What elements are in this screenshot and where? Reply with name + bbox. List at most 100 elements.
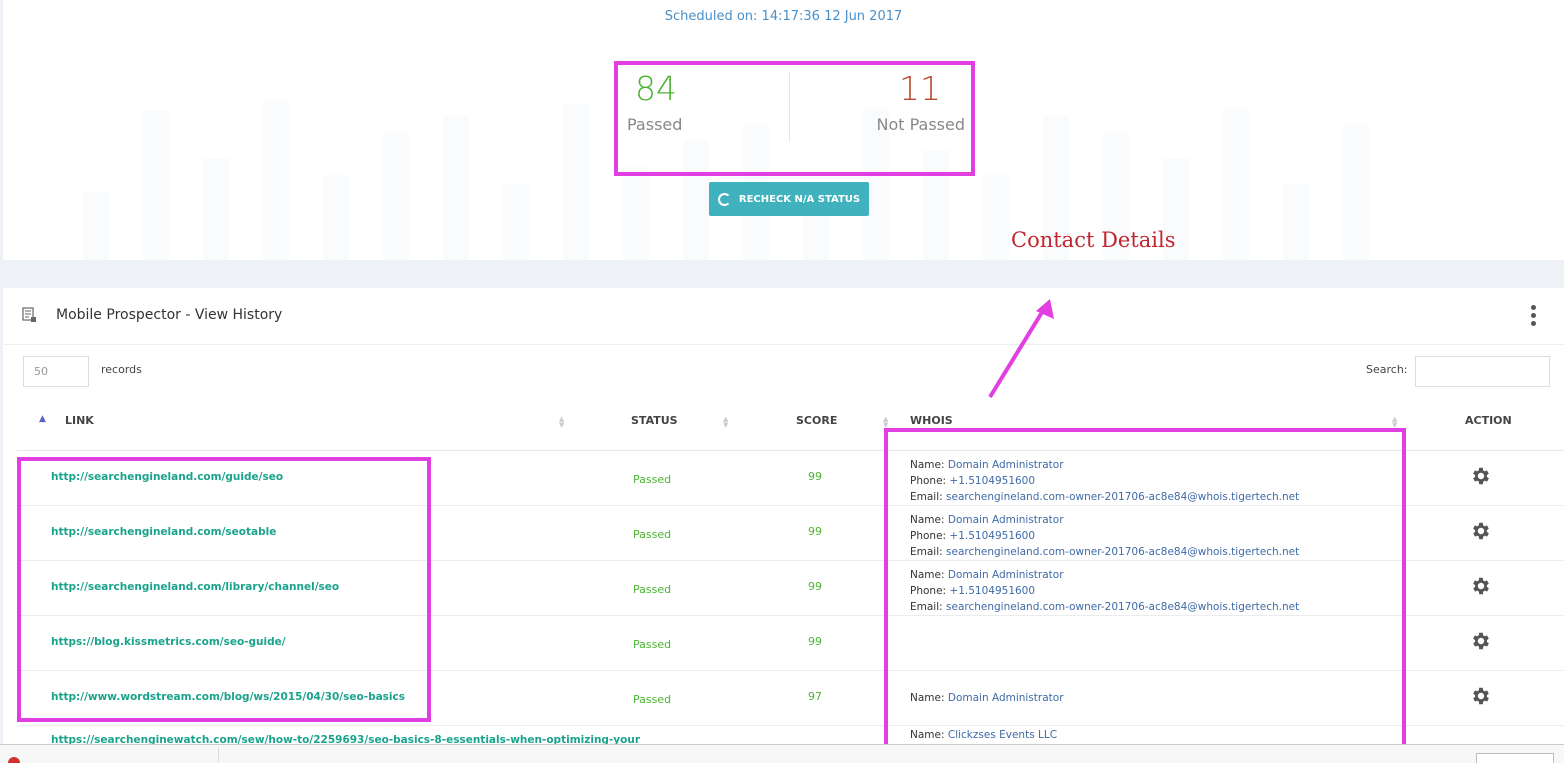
row-link[interactable]: http://searchengineland.com/guide/seo: [51, 471, 283, 483]
sort-icon[interactable]: ▲ ▼: [883, 416, 888, 429]
passed-stat: 84 Passed: [627, 72, 682, 134]
records-label: records: [101, 363, 142, 376]
recheck-status-button[interactable]: RECHECK N/A STATUS: [709, 182, 869, 216]
refresh-icon: [717, 192, 731, 206]
row-whois: Name: Domain Administrator Phone: +1.5104…: [910, 567, 1299, 615]
whois-key: Email:: [910, 546, 943, 558]
stats-divider: [789, 72, 790, 142]
row-whois: Name: Domain Administrator Phone: +1.5104…: [910, 457, 1299, 505]
sort-icon[interactable]: ▲ ▼: [723, 416, 728, 429]
gear-icon[interactable]: [1470, 575, 1492, 597]
whois-line: Email: searchengineland.com-owner-201706…: [910, 489, 1299, 505]
row-whois: Name: Clickzses Events LLC: [910, 727, 1057, 743]
history-panel: Mobile Prospector - View History 50 reco…: [3, 288, 1564, 748]
not-passed-count: 11: [899, 69, 941, 108]
row-score: 97: [808, 690, 822, 703]
column-score[interactable]: SCORE: [796, 414, 837, 427]
search-input[interactable]: [1415, 356, 1550, 387]
whois-value: searchengineland.com-owner-201706-ac8e84…: [946, 491, 1300, 503]
table-header: ▲ LINK ▲ ▼ STATUS ▲ ▼ SCORE ▲ ▼ WHOIS ▲ ▼ AC…: [17, 405, 1564, 451]
whois-value: +1.5104951600: [949, 585, 1036, 597]
column-action: ACTION: [1465, 414, 1512, 427]
row-link[interactable]: http://searchengineland.com/library/chan…: [51, 581, 339, 593]
whois-line: Name: Domain Administrator: [910, 567, 1299, 583]
whois-line: Name: Domain Administrator: [910, 457, 1299, 473]
column-link[interactable]: LINK: [65, 414, 94, 427]
scheduled-time: Scheduled on: 14:17:36 12 Jun 2017: [664, 9, 903, 24]
whois-line: Phone: +1.5104951600: [910, 583, 1299, 599]
whois-value: Clickzses Events LLC: [947, 729, 1058, 741]
gear-icon[interactable]: [1470, 520, 1492, 542]
whois-key: Name:: [910, 459, 945, 471]
whois-line: Phone: +1.5104951600: [910, 528, 1299, 544]
whois-value: Domain Administrator: [947, 514, 1064, 526]
row-status: Passed: [633, 583, 672, 596]
table-row: http://www.wordstream.com/blog/ws/2015/0…: [17, 671, 1564, 726]
whois-line: Name: Domain Administrator: [910, 512, 1299, 528]
row-status: Passed: [633, 638, 672, 651]
column-whois[interactable]: WHOIS: [910, 414, 953, 427]
more-options-icon[interactable]: [1531, 305, 1536, 326]
whois-value: searchengineland.com-owner-201706-ac8e84…: [946, 546, 1300, 558]
table-row: https://blog.kissmetrics.com/seo-guide/P…: [17, 616, 1564, 671]
contact-details-annotation: Contact Details: [1011, 228, 1176, 252]
whois-line: Email: searchengineland.com-owner-201706…: [910, 599, 1299, 615]
recheck-status-label: RECHECK N/A STATUS: [738, 193, 861, 205]
not-passed-label: Not Passed: [876, 115, 965, 134]
whois-line: Name: Clickzses Events LLC: [910, 727, 1057, 743]
table-row: http://searchengineland.com/guide/seo Pas…: [17, 451, 1564, 506]
row-score: 99: [808, 470, 822, 483]
row-score: 99: [808, 580, 822, 593]
whois-value: Domain Administrator: [947, 692, 1064, 704]
list-icon: [22, 307, 36, 322]
gear-icon[interactable]: [1470, 685, 1492, 707]
whois-line: Phone: +1.5104951600: [910, 473, 1299, 489]
passed-label: Passed: [627, 115, 683, 134]
whois-key: Phone:: [910, 530, 947, 542]
whois-value: +1.5104951600: [949, 475, 1036, 487]
whois-key: Phone:: [910, 585, 947, 597]
sort-icon[interactable]: ▲ ▼: [1392, 416, 1397, 429]
whois-line: Email: searchengineland.com-owner-201706…: [910, 544, 1299, 560]
whois-value: +1.5104951600: [949, 530, 1036, 542]
arrow-icon: [988, 299, 1054, 399]
passed-count: 84: [635, 69, 677, 108]
whois-value: Domain Administrator: [947, 569, 1064, 581]
whois-key: Name:: [910, 692, 945, 704]
stats-box: 84 Passed 11 Not Passed: [617, 62, 975, 174]
row-score: 99: [808, 635, 822, 648]
gear-icon[interactable]: [1470, 465, 1492, 487]
footer-button[interactable]: [1476, 753, 1554, 763]
status-dot-icon: [8, 757, 20, 763]
whois-key: Email:: [910, 601, 943, 613]
whois-key: Name:: [910, 514, 945, 526]
row-status: Passed: [633, 528, 672, 541]
whois-key: Name:: [910, 569, 945, 581]
table-row: http://searchengineland.com/library/chan…: [17, 561, 1564, 616]
row-link[interactable]: http://searchengineland.com/seotable: [51, 526, 276, 538]
row-whois: Name: Domain Administrator: [910, 690, 1064, 706]
gear-icon[interactable]: [1470, 630, 1492, 652]
whois-value: Domain Administrator: [947, 459, 1064, 471]
sort-ascending-icon[interactable]: ▲: [39, 414, 46, 424]
not-passed-stat: 11 Not Passed: [876, 72, 965, 134]
row-status: Passed: [633, 473, 672, 486]
whois-key: Email:: [910, 491, 943, 503]
whois-value: searchengineland.com-owner-201706-ac8e84…: [946, 601, 1300, 613]
summary-card: Scheduled on: 14:17:36 12 Jun 2017 84 Pa…: [3, 0, 1564, 260]
whois-key: Name:: [910, 729, 945, 741]
row-status: Passed: [633, 693, 672, 706]
panel-title: Mobile Prospector - View History: [56, 307, 283, 323]
table-row: http://searchengineland.com/seotable Pass…: [17, 506, 1564, 561]
column-status[interactable]: STATUS: [631, 414, 678, 427]
records-per-page-input[interactable]: 50: [23, 356, 89, 387]
divider: [218, 747, 219, 762]
panel-header: Mobile Prospector - View History: [3, 288, 1564, 345]
row-link[interactable]: https://blog.kissmetrics.com/seo-guide/: [51, 636, 286, 648]
row-score: 99: [808, 525, 822, 538]
whois-key: Phone:: [910, 475, 947, 487]
row-whois: Name: Domain Administrator Phone: +1.5104…: [910, 512, 1299, 560]
sort-icon[interactable]: ▲ ▼: [559, 416, 564, 429]
bottom-bar: [0, 744, 1564, 763]
row-link[interactable]: http://www.wordstream.com/blog/ws/2015/0…: [51, 691, 405, 703]
